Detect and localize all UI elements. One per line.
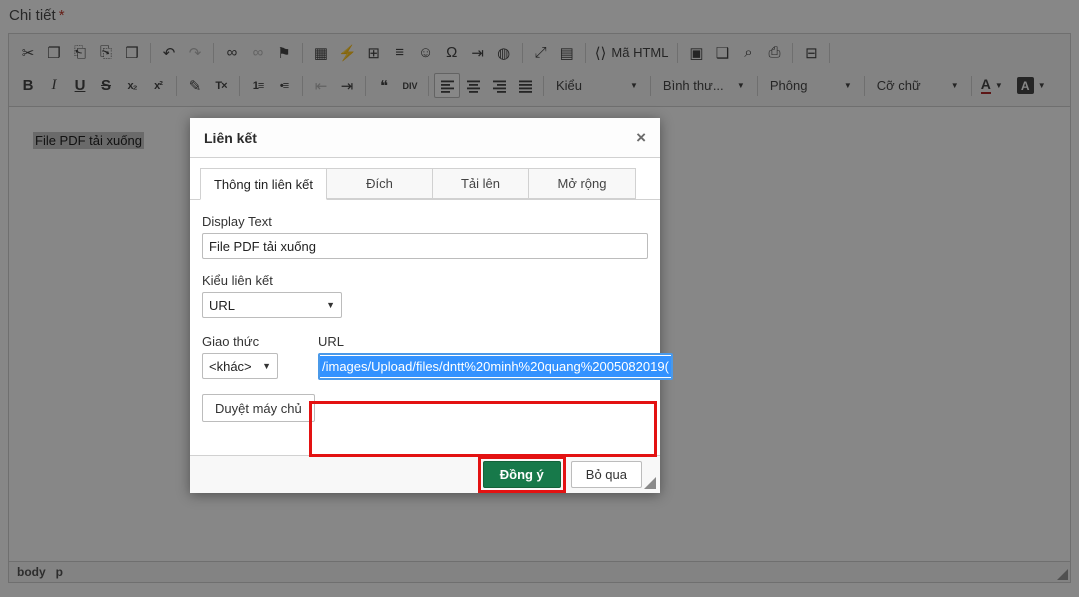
browse-server-button[interactable]: Duyệt máy chủ: [202, 394, 315, 422]
url-input[interactable]: /images/Upload/files/dntt%20minh%20quang…: [318, 353, 673, 380]
protocol-url-row: Giao thức <khác> ▼ URL /images/Upload/fi…: [202, 332, 648, 380]
protocol-select[interactable]: <khác> ▼: [202, 353, 278, 379]
url-annotation-box: [309, 401, 657, 457]
url-label: URL: [318, 334, 673, 349]
dialog-header[interactable]: Liên kết ×: [190, 118, 660, 158]
tab-advanced[interactable]: Mở rộng: [529, 168, 636, 199]
display-text-input[interactable]: [202, 233, 648, 259]
dialog-title: Liên kết: [204, 130, 257, 146]
protocol-value: <khác>: [209, 359, 252, 374]
tab-link-info[interactable]: Thông tin liên kết: [200, 168, 327, 200]
tab-upload[interactable]: Tải lên: [433, 168, 529, 199]
protocol-column: Giao thức <khác> ▼: [202, 332, 318, 380]
ok-button[interactable]: Đồng ý: [483, 461, 561, 488]
url-selected-text: /images/Upload/files/dntt%20minh%20quang…: [320, 356, 671, 377]
cancel-button[interactable]: Bỏ qua: [571, 461, 642, 488]
link-type-value: URL: [209, 298, 235, 313]
link-dialog: Liên kết × Thông tin liên kếtĐíchTải lên…: [190, 118, 660, 493]
dialog-body: Display Text Kiểu liên kết URL ▼ Giao th…: [190, 200, 660, 457]
link-type-select[interactable]: URL ▼: [202, 292, 342, 318]
chevron-down-icon: ▼: [262, 361, 271, 371]
dialog-footer: Đồng ý Bỏ qua: [190, 455, 660, 493]
tab-target[interactable]: Đích: [327, 168, 433, 199]
display-text-label: Display Text: [202, 214, 648, 229]
dialog-tabs: Thông tin liên kếtĐíchTải lênMở rộng: [190, 158, 660, 200]
ok-button-wrapper: Đồng ý: [483, 461, 561, 488]
close-icon[interactable]: ×: [636, 129, 646, 146]
dialog-resize-grip[interactable]: [644, 477, 656, 489]
link-type-label: Kiểu liên kết: [202, 273, 648, 288]
url-column: URL /images/Upload/files/dntt%20minh%20q…: [318, 332, 675, 380]
protocol-label: Giao thức: [202, 334, 318, 349]
chevron-down-icon: ▼: [326, 300, 335, 310]
